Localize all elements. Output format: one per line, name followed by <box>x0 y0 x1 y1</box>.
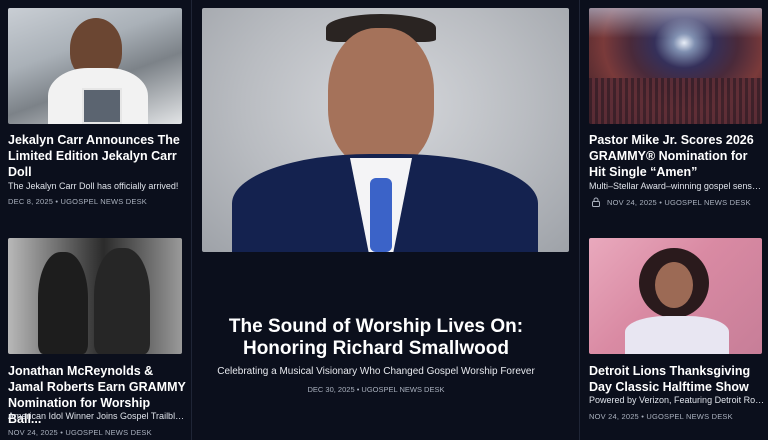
article-excerpt: American Idol Winner Joins Gospel Trailb… <box>8 411 186 421</box>
featured-subtitle: Celebrating a Musical Visionary Who Chan… <box>217 366 535 377</box>
article-title[interactable]: Pastor Mike Jr. Scores 2026 GRAMMY® Nomi… <box>589 132 765 180</box>
article-thumbnail[interactable] <box>589 8 762 124</box>
person-silhouette <box>328 28 434 168</box>
featured-title-line-2[interactable]: Honoring Richard Smallwood <box>191 337 561 361</box>
article-excerpt: The Jekalyn Carr Doll has officially arr… <box>8 181 179 191</box>
article-excerpt: Multi–Stellar Award–winning gospel sensa… <box>589 181 765 191</box>
article-card-detroit-lions[interactable]: Detroit Lions Thanksgiving Day Classic H… <box>580 228 768 440</box>
article-meta: NOV 24, 2025 • UGOSPEL NEWS DESK <box>589 412 733 421</box>
featured-image[interactable] <box>202 8 569 252</box>
person-silhouette <box>94 248 150 354</box>
article-title[interactable]: Detroit Lions Thanksgiving Day Classic H… <box>589 363 765 395</box>
article-excerpt: Powered by Verizon, Featuring Detroit Ro… <box>589 395 765 405</box>
featured-title-line-1[interactable]: The Sound of Worship Lives On: <box>191 315 561 339</box>
article-meta: NOV 24, 2025 • UGOSPEL NEWS DESK <box>8 428 152 437</box>
article-card-mcreynolds-roberts[interactable]: Jonathan McReynolds & Jamal Roberts Earn… <box>0 228 191 440</box>
featured-article[interactable]: The Sound of Worship Lives On: Honoring … <box>192 0 579 440</box>
article-card-pastor-mike[interactable]: Pastor Mike Jr. Scores 2026 GRAMMY® Nomi… <box>580 0 768 220</box>
tie <box>370 178 392 252</box>
person-silhouette <box>625 316 729 354</box>
featured-meta: DEC 30, 2025 • UGOSPEL NEWS DESK <box>307 385 445 394</box>
article-thumbnail[interactable] <box>589 238 762 354</box>
crowd <box>589 78 762 124</box>
article-meta: DEC 8, 2025 • UGOSPEL NEWS DESK <box>8 197 148 206</box>
article-thumbnail[interactable] <box>8 8 182 124</box>
article-title[interactable]: Jekalyn Carr Announces The Limited Editi… <box>8 132 184 180</box>
article-thumbnail[interactable] <box>8 238 182 354</box>
stage-lights <box>589 8 762 38</box>
article-meta: NOV 24, 2025 • UGOSPEL NEWS DESK <box>607 198 751 207</box>
lock-icon <box>592 197 600 207</box>
person-silhouette <box>38 252 88 354</box>
doll-box <box>82 88 122 124</box>
person-silhouette <box>655 262 693 308</box>
article-card-jekalyn-carr[interactable]: Jekalyn Carr Announces The Limited Editi… <box>0 0 191 220</box>
